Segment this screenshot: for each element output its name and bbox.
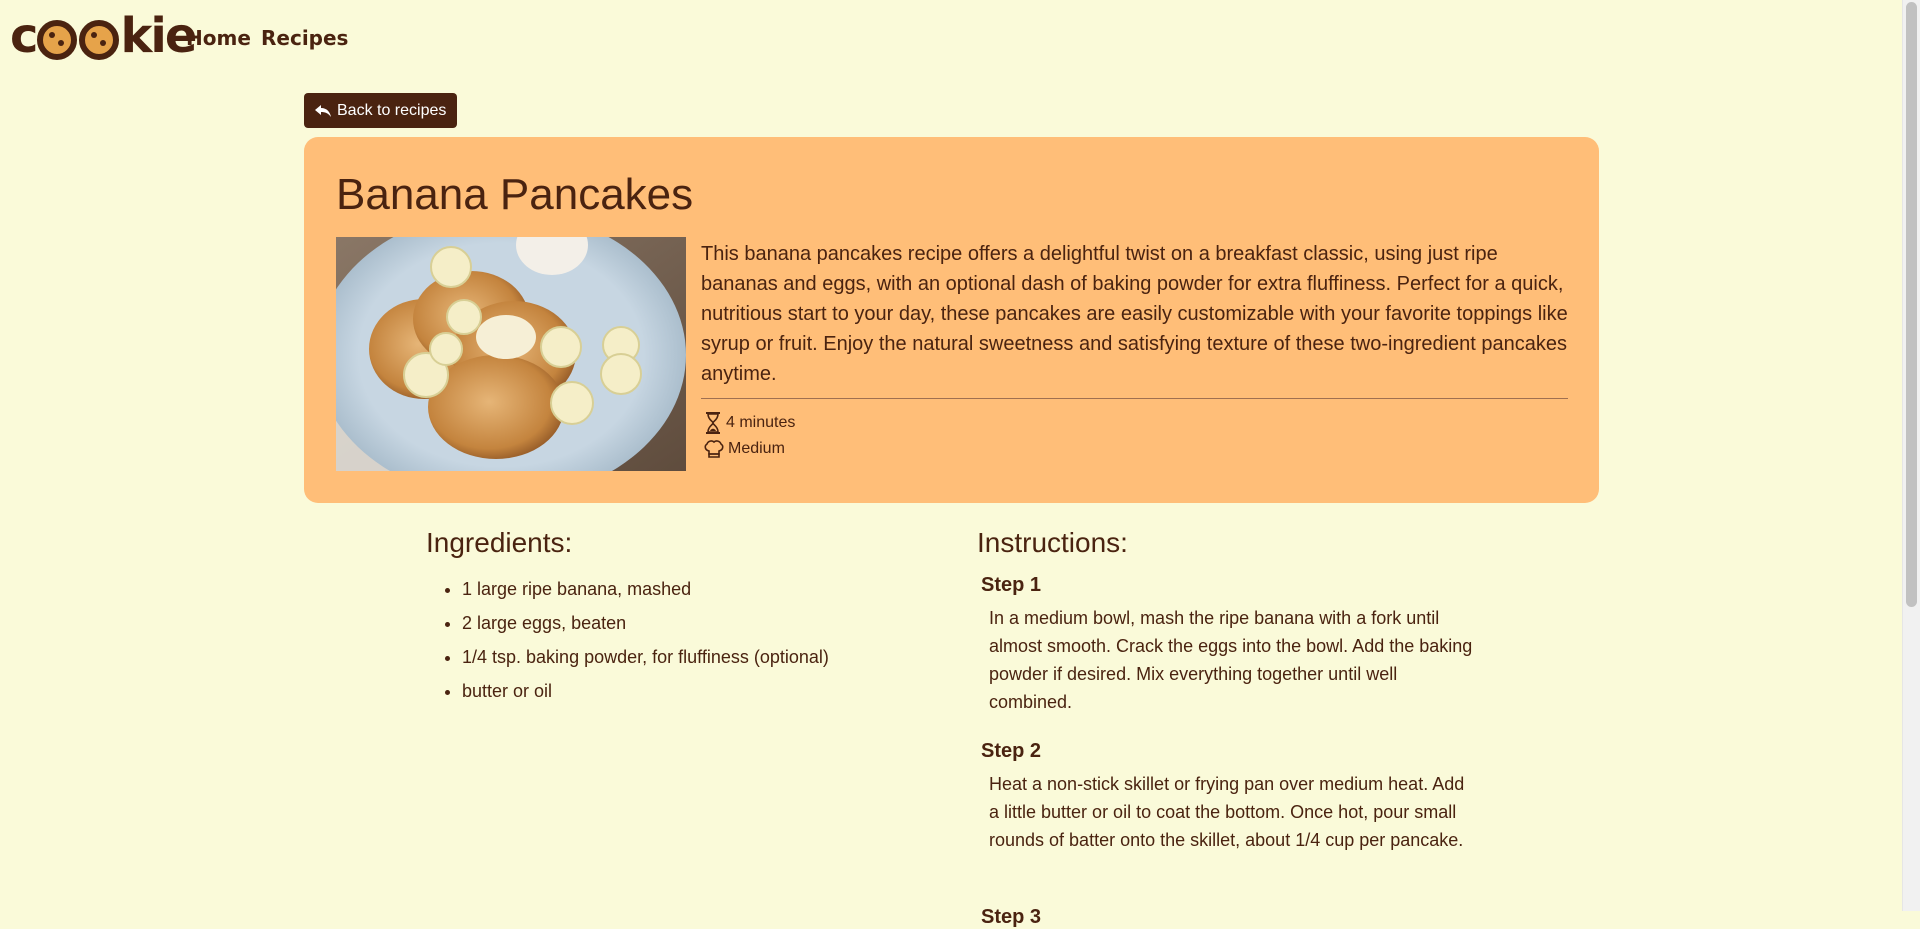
- step-1-text: In a medium bowl, mash the ripe banana w…: [989, 608, 1473, 712]
- ingredients-heading: Ingredients:: [426, 527, 573, 558]
- difficulty: Medium: [703, 439, 785, 459]
- scrollbar-thumb[interactable]: [1906, 2, 1917, 607]
- difficulty-text: Medium: [728, 440, 785, 457]
- recipe-card: Banana Pancakes This banana pancakes rec…: [304, 137, 1599, 503]
- list-item: butter or oil: [462, 674, 942, 708]
- recipe-photo: [336, 237, 686, 471]
- list-item: 1/4 tsp. baking powder, for fluffiness (…: [462, 640, 942, 674]
- cook-time-text: 4 minutes: [726, 414, 796, 431]
- reply-arrow-icon: [315, 104, 331, 117]
- step-1-title: Step 1: [981, 574, 1042, 596]
- step-2-text: Heat a non-stick skillet or frying pan o…: [989, 774, 1465, 850]
- list-item: 1 large ripe banana, mashed: [462, 572, 942, 606]
- recipe-title: Banana Pancakes: [336, 170, 694, 219]
- cook-time: 4 minutes: [703, 412, 795, 434]
- navbar: c kie Home Recipes: [0, 0, 1903, 80]
- chef-hat-icon: [704, 440, 724, 458]
- ingredients-list: 1 large ripe banana, mashed 2 large eggs…: [426, 572, 942, 708]
- nav-recipes-link[interactable]: Recipes: [261, 26, 348, 50]
- hourglass-icon: [706, 412, 720, 434]
- recipe-description: This banana pancakes recipe offers a del…: [701, 243, 1568, 385]
- divider: [701, 398, 1568, 399]
- list-item: 2 large eggs, beaten: [462, 606, 942, 640]
- back-button-label: Back to recipes: [337, 101, 447, 119]
- step-3-title: Step 3: [981, 906, 1042, 928]
- back-to-recipes-button[interactable]: Back to recipes: [304, 93, 458, 128]
- page-scrollbar[interactable]: [1902, 0, 1920, 911]
- step-2-title: Step 2: [981, 740, 1042, 762]
- cookie-logo[interactable]: c kie: [10, 8, 197, 64]
- instructions-heading: Instructions:: [977, 527, 1128, 558]
- nav-home-link[interactable]: Home: [186, 26, 251, 50]
